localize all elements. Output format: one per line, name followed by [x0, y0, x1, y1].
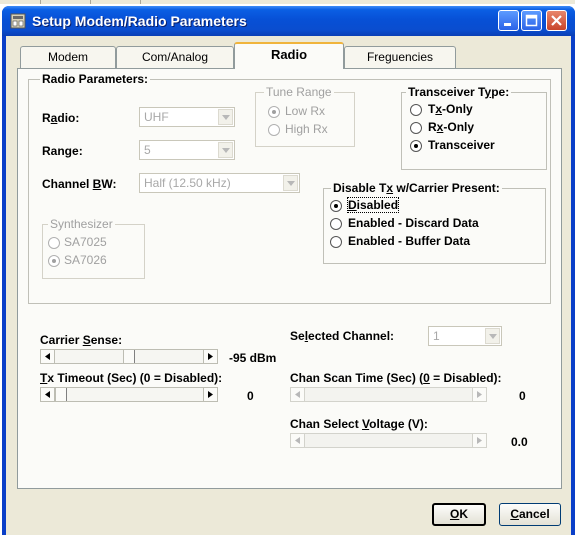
arrow-right-icon — [477, 437, 482, 444]
tx-only-label: Tx-Only — [428, 102, 473, 116]
tx-timeout-right-button[interactable] — [203, 388, 217, 401]
radio-tab-page: Radio Parameters: Radio: UHF Range: 5 Ch… — [17, 68, 562, 489]
title-bar[interactable]: Setup Modem/Radio Parameters — [2, 6, 575, 36]
channel-bw-label: Channel BW: — [42, 177, 117, 191]
carrier-sense-value: -95 dBm — [229, 351, 277, 365]
arrow-left-icon — [45, 391, 50, 398]
arrow-right-icon — [208, 353, 213, 360]
close-icon — [551, 15, 562, 26]
disabled-label: Disabled — [346, 197, 400, 213]
sa7026-radio[interactable] — [48, 255, 60, 267]
carrier-sense-slider[interactable] — [40, 349, 218, 364]
arrow-right-icon — [477, 391, 482, 398]
carrier-sense-thumb[interactable] — [123, 350, 135, 363]
radio-select-dropdown-button[interactable] — [218, 109, 233, 125]
chevron-down-icon — [489, 334, 497, 339]
transceiver-type-legend: Transceiver Type: — [406, 85, 512, 99]
arrow-left-icon — [295, 391, 300, 398]
minimize-icon — [504, 23, 511, 26]
tune-range-legend: Tune Range — [264, 85, 334, 99]
enabled-buffer-radio[interactable] — [330, 236, 342, 248]
selected-channel-select[interactable]: 1 — [428, 326, 502, 346]
disable-tx-legend: Disable Tx w/Carrier Present: — [331, 181, 502, 195]
minimize-button[interactable] — [498, 10, 519, 31]
sa7026-label: SA7026 — [64, 253, 107, 267]
dialog-window: Setup Modem/Radio Parameters Modem Com/A… — [2, 6, 575, 535]
chan-scan-time-value: 0 — [519, 389, 526, 403]
range-select-dropdown-button[interactable] — [218, 142, 233, 158]
enabled-discard-radio[interactable] — [330, 218, 342, 230]
tab-modem[interactable]: Modem — [20, 46, 116, 68]
app-icon — [10, 13, 26, 29]
synthesizer-group — [42, 224, 145, 279]
chan-select-voltage-label: Chan Select Voltage (V): — [290, 417, 428, 431]
chan-select-voltage-value: 0.0 — [511, 435, 528, 449]
maximize-button[interactable] — [521, 10, 542, 31]
chan-scan-right-button[interactable] — [472, 388, 486, 401]
ok-button[interactable]: OK — [432, 503, 486, 526]
chan-scan-time-label: Chan Scan Time (Sec) (0 = Disabled): — [290, 371, 502, 385]
chevron-down-icon — [222, 115, 230, 120]
channel-bw-select[interactable]: Half (12.50 kHz) — [139, 173, 300, 193]
tune-range-group — [255, 92, 355, 147]
selected-channel-label: Selected Channel: — [290, 329, 395, 343]
tx-only-radio[interactable] — [410, 104, 422, 116]
low-rx-radio[interactable] — [268, 106, 280, 118]
tx-timeout-label: Tx Timeout (Sec) (0 = Disabled): — [40, 371, 223, 385]
enabled-discard-label: Enabled - Discard Data — [348, 216, 479, 230]
background-taskbar-strip — [0, 0, 575, 4]
tx-timeout-value: 0 — [247, 389, 254, 403]
synthesizer-legend: Synthesizer — [48, 217, 115, 231]
range-select-value: 5 — [144, 143, 151, 157]
carrier-sense-right-button[interactable] — [203, 350, 217, 363]
chan-select-voltage-slider[interactable] — [290, 433, 487, 448]
arrow-right-icon — [208, 391, 213, 398]
tab-radio[interactable]: Radio — [234, 42, 344, 69]
chevron-down-icon — [287, 181, 295, 186]
disabled-radio[interactable] — [330, 200, 342, 212]
transceiver-label: Transceiver — [428, 138, 495, 152]
maximize-icon — [525, 14, 538, 27]
carrier-sense-left-button[interactable] — [41, 350, 55, 363]
rx-only-label: Rx-Only — [428, 120, 475, 134]
arrow-left-icon — [45, 353, 50, 360]
dialog-client-area: Modem Com/Analog Radio Freguencies Radio… — [6, 36, 571, 535]
sa7025-radio[interactable] — [48, 237, 60, 249]
enabled-buffer-label: Enabled - Buffer Data — [348, 234, 471, 248]
high-rx-label: High Rx — [285, 122, 328, 136]
tx-timeout-left-button[interactable] — [41, 388, 55, 401]
sa7025-label: SA7025 — [64, 235, 107, 249]
tab-com-analog[interactable]: Com/Analog — [116, 46, 234, 68]
transceiver-radio[interactable] — [410, 140, 422, 152]
low-rx-label: Low Rx — [285, 104, 326, 118]
carrier-sense-label: Carrier Sense: — [40, 333, 123, 347]
channel-bw-dropdown-button[interactable] — [283, 175, 298, 191]
cancel-button[interactable]: Cancel — [499, 503, 561, 526]
chan-scan-time-slider[interactable] — [290, 387, 487, 402]
selected-channel-value: 1 — [433, 329, 440, 343]
close-button[interactable] — [546, 10, 567, 31]
tx-timeout-thumb[interactable] — [55, 388, 67, 401]
arrow-left-icon — [295, 437, 300, 444]
range-label: Range: — [42, 144, 83, 158]
chevron-down-icon — [222, 148, 230, 153]
radio-select[interactable]: UHF — [139, 107, 235, 127]
channel-bw-select-value: Half (12.50 kHz) — [144, 176, 231, 190]
window-title: Setup Modem/Radio Parameters — [32, 13, 247, 29]
radio-parameters-legend: Radio Parameters: — [40, 72, 151, 86]
radio-select-value: UHF — [144, 110, 169, 124]
selected-channel-dropdown-button[interactable] — [485, 328, 500, 344]
tab-frequencies[interactable]: Freguencies — [344, 46, 456, 68]
radio-label: Radio: — [42, 111, 80, 125]
chan-scan-left-button[interactable] — [291, 388, 305, 401]
tx-timeout-slider[interactable] — [40, 387, 218, 402]
high-rx-radio[interactable] — [268, 124, 280, 136]
chan-voltage-right-button[interactable] — [472, 434, 486, 447]
chan-voltage-left-button[interactable] — [291, 434, 305, 447]
rx-only-radio[interactable] — [410, 122, 422, 134]
range-select[interactable]: 5 — [139, 140, 235, 160]
